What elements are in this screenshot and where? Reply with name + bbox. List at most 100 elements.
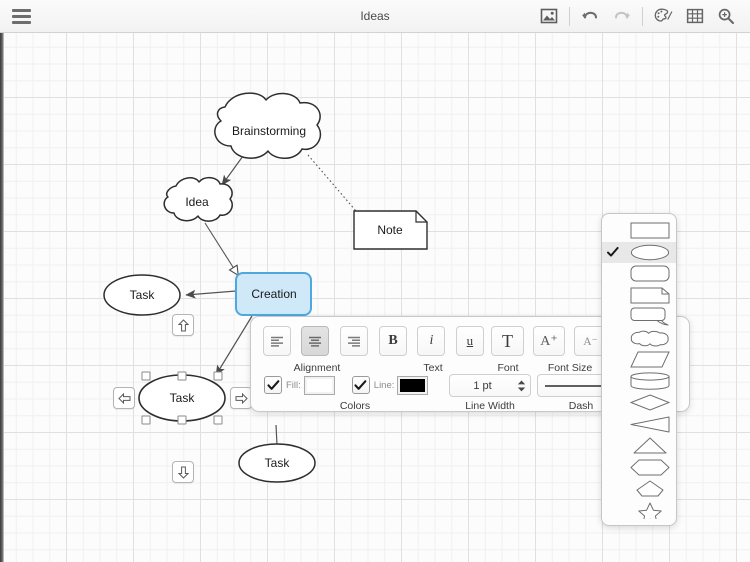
palette-item-diamond-shape[interactable] xyxy=(602,392,676,414)
zoom-icon[interactable] xyxy=(710,1,741,32)
top-toolbar: Ideas xyxy=(0,0,750,33)
align-left-button[interactable] xyxy=(263,326,291,356)
line-label: Line: xyxy=(373,379,395,391)
hexagon-shape-icon xyxy=(624,459,676,476)
palette-item-star-shape[interactable] xyxy=(602,500,676,522)
font-size-caption: Font Size xyxy=(547,362,593,374)
diamond-shape-icon xyxy=(624,394,676,411)
fill-color-swatch[interactable] xyxy=(303,375,335,395)
font-size-group: A⁺ A⁻ Font Size xyxy=(533,326,607,374)
parallelogram-shape-icon xyxy=(624,351,676,368)
align-right-button[interactable] xyxy=(339,326,368,356)
increase-font-size-glyph: A⁺ xyxy=(540,333,558,349)
node-idea[interactable] xyxy=(163,176,233,222)
fill-label: Fill: xyxy=(286,379,301,391)
resize-handle-top-center[interactable] xyxy=(177,371,187,381)
shape-palette xyxy=(601,213,677,526)
node-task-selected[interactable] xyxy=(138,374,226,422)
cloud-shape-icon xyxy=(624,330,676,347)
palette-item-triangle-shape[interactable] xyxy=(602,435,676,457)
fill-checkbox[interactable] xyxy=(264,376,282,394)
palette-item-cylinder-shape[interactable] xyxy=(602,371,676,393)
triangle-shape-icon xyxy=(624,437,676,454)
bold-button[interactable]: B xyxy=(379,326,407,356)
align-center-button[interactable] xyxy=(301,326,330,356)
node-note[interactable] xyxy=(353,210,428,250)
font-group: T Font xyxy=(491,326,525,374)
colors-group: Fill: Line: Colors xyxy=(264,373,446,412)
node-brainstorming[interactable] xyxy=(214,92,322,159)
connect-up-button[interactable] xyxy=(172,314,194,336)
line-width-decrement[interactable] xyxy=(517,387,526,392)
toolbar-divider-1 xyxy=(569,6,570,26)
edge-brainstorming-idea[interactable] xyxy=(221,155,244,186)
palette-item-rounded-rectangle-shape[interactable] xyxy=(602,263,676,285)
palette-selected-check-icon xyxy=(602,246,624,258)
palette-item-hexagon-shape[interactable] xyxy=(602,457,676,479)
hamburger-menu-icon[interactable] xyxy=(0,0,42,33)
text-group: B i u Text xyxy=(379,326,487,374)
node-task-bottom[interactable] xyxy=(238,443,316,483)
pentagon-shape-icon xyxy=(624,480,676,497)
underline-glyph: u xyxy=(466,333,474,348)
line-checkbox[interactable] xyxy=(351,376,370,394)
resize-handle-top-left[interactable] xyxy=(141,371,151,381)
toolbar-actions xyxy=(533,0,750,33)
node-creation[interactable] xyxy=(235,272,312,316)
resize-handle-top-right[interactable] xyxy=(213,371,223,381)
line-width-arrows[interactable] xyxy=(515,380,530,392)
resize-handle-bottom-right[interactable] xyxy=(213,415,223,425)
image-icon[interactable] xyxy=(533,1,564,32)
underline-button[interactable]: u xyxy=(455,326,484,356)
line-width-group: 1 pt Line Width xyxy=(449,374,531,412)
palette-item-parallelogram-shape[interactable] xyxy=(602,349,676,371)
palette-item-speech-bubble-shape[interactable] xyxy=(602,306,676,328)
toolbar-divider-2 xyxy=(642,6,643,26)
palette-item-cloud-shape[interactable] xyxy=(602,328,676,350)
font-caption: Font xyxy=(497,362,519,374)
bold-glyph: B xyxy=(388,333,398,348)
colors-caption: Colors xyxy=(339,400,371,412)
line-width-stepper[interactable]: 1 pt xyxy=(449,374,531,397)
rounded-rectangle-shape-icon xyxy=(624,265,676,282)
palette-item-rectangle-shape[interactable] xyxy=(602,220,676,242)
connect-right-button[interactable] xyxy=(230,387,252,409)
node-task-left[interactable] xyxy=(103,274,181,316)
edge-idea-creation[interactable] xyxy=(204,222,238,275)
edge-creation-task-selected[interactable] xyxy=(215,315,253,376)
edge-brainstorming-note[interactable] xyxy=(307,154,357,212)
left-triangle-shape-icon xyxy=(624,416,676,433)
font-button[interactable]: T xyxy=(491,326,524,356)
redo-icon[interactable] xyxy=(606,1,637,32)
star-shape-icon xyxy=(624,502,676,519)
line-width-increment[interactable] xyxy=(517,380,526,385)
ellipse-shape-icon xyxy=(624,244,676,261)
edge-creation-task-left[interactable] xyxy=(185,289,237,299)
connect-left-button[interactable] xyxy=(113,387,135,409)
grid-icon[interactable] xyxy=(679,1,710,32)
italic-glyph: i xyxy=(429,333,434,348)
alignment-group: Alignment xyxy=(263,326,371,374)
increase-font-size-button[interactable]: A⁺ xyxy=(533,326,565,356)
rectangle-shape-icon xyxy=(624,222,676,239)
canvas-left-edge-shadow xyxy=(0,33,4,562)
line-width-caption: Line Width xyxy=(465,400,515,412)
line-width-value: 1 pt xyxy=(473,379,492,392)
palette-item-ellipse-shape[interactable] xyxy=(602,241,676,263)
undo-icon[interactable] xyxy=(575,1,606,32)
line-color-swatch[interactable] xyxy=(397,375,429,395)
speech-bubble-shape-icon xyxy=(624,307,676,326)
font-glyph: T xyxy=(502,331,513,351)
decrease-font-size-glyph: A⁻ xyxy=(583,336,598,348)
palette-item-left-triangle-shape[interactable] xyxy=(602,414,676,436)
palette-icon[interactable] xyxy=(648,1,679,32)
palette-item-pentagon-shape[interactable] xyxy=(602,478,676,500)
connect-down-button[interactable] xyxy=(172,461,194,483)
italic-button[interactable]: i xyxy=(417,326,446,356)
dash-preview xyxy=(538,380,609,392)
resize-handle-bottom-left[interactable] xyxy=(141,415,151,425)
cylinder-shape-icon xyxy=(624,372,676,390)
palette-item-note-shape[interactable] xyxy=(602,285,676,307)
resize-handle-bottom-center[interactable] xyxy=(177,415,187,425)
note-shape-icon xyxy=(624,287,676,304)
